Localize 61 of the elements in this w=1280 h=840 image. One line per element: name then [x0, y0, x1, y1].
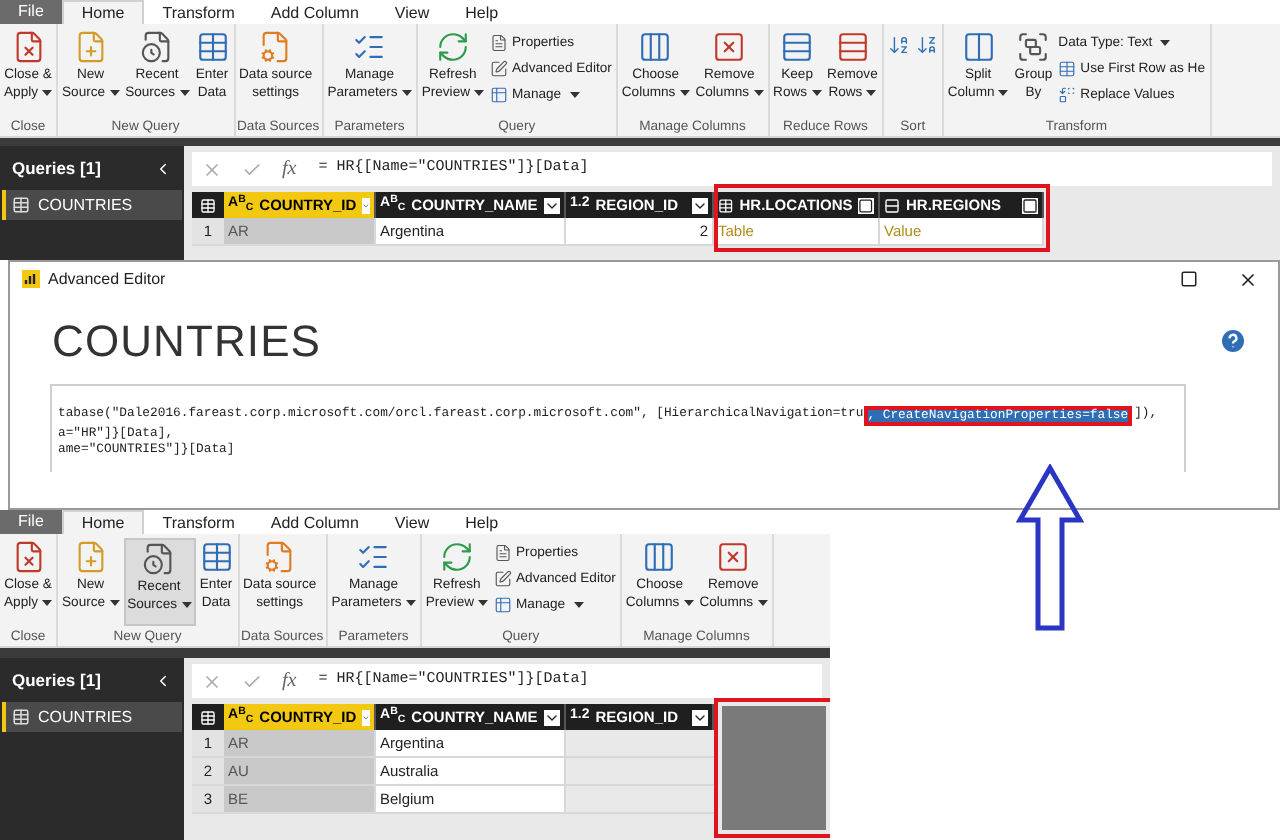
panel-title: Queries [1]: [12, 667, 101, 693]
app-logo-icon: [22, 270, 40, 288]
panel-title: Queries [1]: [12, 155, 101, 181]
query-item[interactable]: COUNTRIES: [2, 190, 182, 220]
columns-icon: [638, 30, 673, 64]
check-icon[interactable]: [242, 671, 262, 691]
list-icon: [356, 540, 391, 574]
edit-icon: [490, 60, 509, 78]
document-x-icon: [11, 540, 45, 574]
rows-icon: [780, 30, 815, 64]
split-icon: [961, 30, 996, 64]
list-icon: [352, 30, 387, 64]
collapse-icon[interactable]: [154, 159, 172, 177]
query-item[interactable]: COUNTRIES: [2, 702, 182, 732]
group-icon: [1016, 30, 1051, 64]
ribbon-tab[interactable]: Home: [61, 510, 145, 534]
file-tab[interactable]: File: [0, 510, 62, 534]
document-plus-icon: [73, 540, 108, 574]
file-tab[interactable]: File: [0, 0, 62, 24]
table-icon: [718, 197, 734, 213]
maximize-icon[interactable]: [1180, 270, 1198, 288]
close-icon[interactable]: [1238, 269, 1258, 289]
edit-icon: [494, 570, 513, 588]
document-clock-icon: [142, 542, 177, 576]
window-title: Advanced Editor: [48, 267, 168, 291]
filter-icon[interactable]: [692, 197, 708, 213]
columns-icon: [642, 540, 677, 574]
document-x-icon: [11, 30, 45, 64]
filter-icon[interactable]: [544, 709, 560, 725]
document-clock-icon: [140, 30, 175, 64]
function-symbol: fx: [282, 156, 297, 184]
ribbon-tab[interactable]: Home: [61, 0, 145, 24]
document-gear-icon: [258, 30, 293, 64]
filter-icon[interactable]: [544, 197, 560, 213]
document-icon: [494, 544, 513, 562]
document-gear-icon: [262, 540, 297, 574]
expand-icon[interactable]: [1022, 197, 1038, 213]
expand-icon[interactable]: [858, 197, 874, 213]
sort-descending-icon: [915, 33, 938, 55]
collapse-icon[interactable]: [154, 671, 172, 689]
table-icon: [494, 596, 513, 614]
table-icon: [1058, 60, 1077, 78]
query-title: COUNTRIES: [52, 313, 322, 369]
table-icon: [195, 30, 229, 64]
cross-icon: [712, 30, 747, 64]
document-plus-icon: [73, 30, 108, 64]
rows-icon: [835, 30, 870, 64]
function-symbol: fx: [282, 668, 297, 696]
refresh-icon: [439, 540, 474, 574]
table-icon: [12, 196, 30, 214]
document-icon: [490, 34, 509, 52]
check-icon[interactable]: [242, 159, 262, 179]
help-icon[interactable]: [1222, 329, 1244, 351]
sort-ascending-icon: [887, 33, 910, 55]
table-icon: [12, 708, 30, 726]
table-icon: [490, 86, 509, 104]
filter-icon[interactable]: [692, 709, 708, 725]
cross-icon: [716, 540, 751, 574]
refresh-icon: [435, 30, 470, 64]
record-icon: [884, 197, 900, 213]
table-icon: [199, 540, 233, 574]
